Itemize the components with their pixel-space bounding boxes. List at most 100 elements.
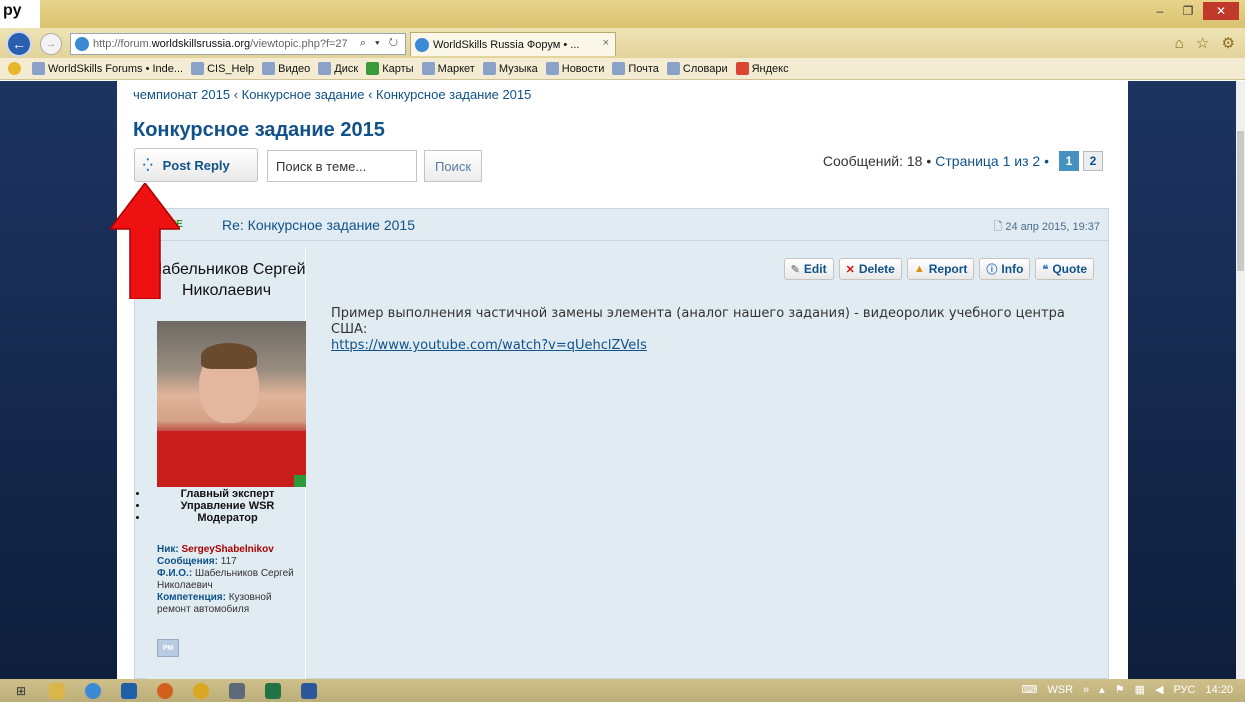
app-taskbar-button[interactable] [222,680,252,701]
folder-icon [49,682,65,699]
market-icon [421,62,435,75]
search-button[interactable]: Поиск [424,150,482,182]
quote-icon: ❝ [1042,263,1049,276]
address-controls-icon[interactable]: ⌕ ▾ ↻ [360,37,401,50]
delete-button[interactable]: ✕ Delete [838,258,902,280]
post-reply-label: Post Reply [162,157,230,173]
avatar-hair [201,343,257,369]
favorite-link[interactable]: Карты [366,62,414,75]
ie-icon [85,682,101,699]
close-button[interactable]: ✕ [1203,2,1239,20]
excel-taskbar-button[interactable] [258,680,288,701]
search-input[interactable]: Поиск в теме... [267,150,417,182]
outlook-icon [121,682,137,699]
page-background-left [0,81,117,679]
window-corner: ру [0,0,40,28]
cis-icon [191,62,205,75]
favorite-link[interactable]: CIS_Help [191,62,254,75]
post-body: Пример выполнения частичной замены элеме… [331,306,1091,354]
explorer-taskbar-button[interactable] [42,680,72,701]
windows-icon: ⊞ [15,683,27,698]
pencil-icon: ✎ [790,263,800,276]
back-arrow-icon: ← [12,36,26,52]
favorites-bar: WorldSkills Forums • Inde... CIS_Help Ви… [0,58,1245,80]
competence-label: Компетенция: [157,592,226,603]
red-arrow-annotation [110,183,180,299]
page-title[interactable]: Конкурсное задание 2015 [133,119,385,142]
outlook-taskbar-button[interactable] [114,680,144,701]
forum-post: ONLINE Re: Конкурсное задание 2015 🗋 24 … [134,208,1109,679]
post-file-icon: 🗋 [993,221,1006,233]
breadcrumb[interactable]: чемпионат 2015 ‹ Конкурсное задание ‹ Ко… [133,87,531,102]
vertical-scrollbar[interactable] [1236,81,1245,679]
forum-content: чемпионат 2015 ‹ Конкурсное задание ‹ Ко… [117,81,1128,679]
word-taskbar-button[interactable] [294,680,324,701]
tray-lang[interactable]: WSR [1047,684,1073,696]
favorite-link[interactable]: Маркет [421,62,475,75]
favorite-link[interactable]: WorldSkills Forums • Inde... [32,62,183,75]
tray-expand-icon[interactable]: » [1083,684,1089,696]
window-controls: – ❐ ✕ [1147,2,1239,20]
info-button[interactable]: ⓘ Info [979,258,1031,280]
restore-button[interactable]: ❐ [1175,2,1201,20]
flag-icon[interactable]: ⚑ [1115,683,1125,696]
post-count: Сообщений: 18 • [822,153,932,169]
home-favorites-settings-icons[interactable]: ⌂ ☆ ⚙ [1175,34,1239,52]
taskbar: ⊞ ⌨ WSR » ▴ ⚑ ▦ ◀ РУС 14:20 [0,679,1245,702]
favorite-link[interactable]: Яндекс [735,62,789,75]
news-icon [545,62,559,75]
favorites-star-icon[interactable] [8,62,24,75]
scrollbar-thumb[interactable] [1237,131,1244,271]
clock[interactable]: 14:20 [1205,684,1233,696]
back-button[interactable]: ← [6,31,32,57]
network-icon[interactable]: ▦ [1135,683,1145,696]
youtube-link[interactable]: https://www.youtube.com/watch?v=qUehclZV… [331,338,647,353]
url-domain: worldskillsrussia.org [151,38,251,50]
rank-item: Главный эксперт [149,488,306,500]
avatar-shirt [157,431,306,487]
forward-button[interactable]: → [40,33,62,55]
input-lang[interactable]: РУС [1173,684,1195,696]
favorite-link[interactable]: Почта [612,62,659,75]
start-button[interactable]: ⊞ [6,680,36,701]
avatar[interactable] [157,321,306,487]
firefox-taskbar-button[interactable] [150,680,180,701]
rank-item: Управление WSR [149,500,306,512]
ie-taskbar-button[interactable] [78,680,108,701]
browser-tab[interactable]: WorldSkills Russia Форум • ... × [410,32,616,56]
post-reply-button[interactable]: ⁛ Post Reply [134,148,258,182]
posts-value[interactable]: 117 [221,556,237,567]
delete-icon: ✕ [845,263,855,276]
keyboard-icon[interactable]: ⌨ [1021,683,1037,696]
page-indicator[interactable]: Страница 1 из 2 • [935,153,1049,169]
tab-close-button[interactable]: × [603,37,609,49]
page-1-button[interactable]: 1 [1059,151,1079,171]
volume-icon[interactable]: ◀ [1155,683,1163,696]
tab-title: WorldSkills Russia Форум • ... [433,38,580,51]
favorite-link[interactable]: Диск [318,62,358,75]
reply-dots-icon: ⁛ [143,158,153,172]
minimize-button[interactable]: – [1147,2,1173,20]
address-bar[interactable]: http://forum. worldskillsrussia.org/viewt… [70,33,406,55]
edit-button[interactable]: ✎ Edit [783,258,834,280]
pm-label: PM [162,644,174,652]
chrome-taskbar-button[interactable] [186,680,216,701]
quote-button[interactable]: ❝ Quote [1035,258,1094,280]
favorite-link[interactable]: Новости [545,62,604,75]
nick-value[interactable]: SergeyShabelnikov [182,544,274,555]
post-date: 🗋 24 апр 2015, 19:37 [993,221,1100,233]
favorite-link[interactable]: Словари [666,62,728,75]
avatar-badge [294,475,306,487]
page-2-button[interactable]: 2 [1083,151,1103,171]
favorite-link[interactable]: Видео [262,62,310,75]
app-icon [229,682,245,699]
disk-icon [318,62,332,75]
post-subject[interactable]: Re: Конкурсное задание 2015 [222,217,415,233]
pm-button[interactable]: PM [157,639,179,657]
show-hidden-icon[interactable]: ▴ [1099,683,1105,696]
dictionary-icon [666,62,680,75]
report-button[interactable]: ▲ Report [906,258,975,280]
music-icon [482,62,496,75]
worldskills-icon [32,62,45,75]
favorite-link[interactable]: Музыка [482,62,538,75]
